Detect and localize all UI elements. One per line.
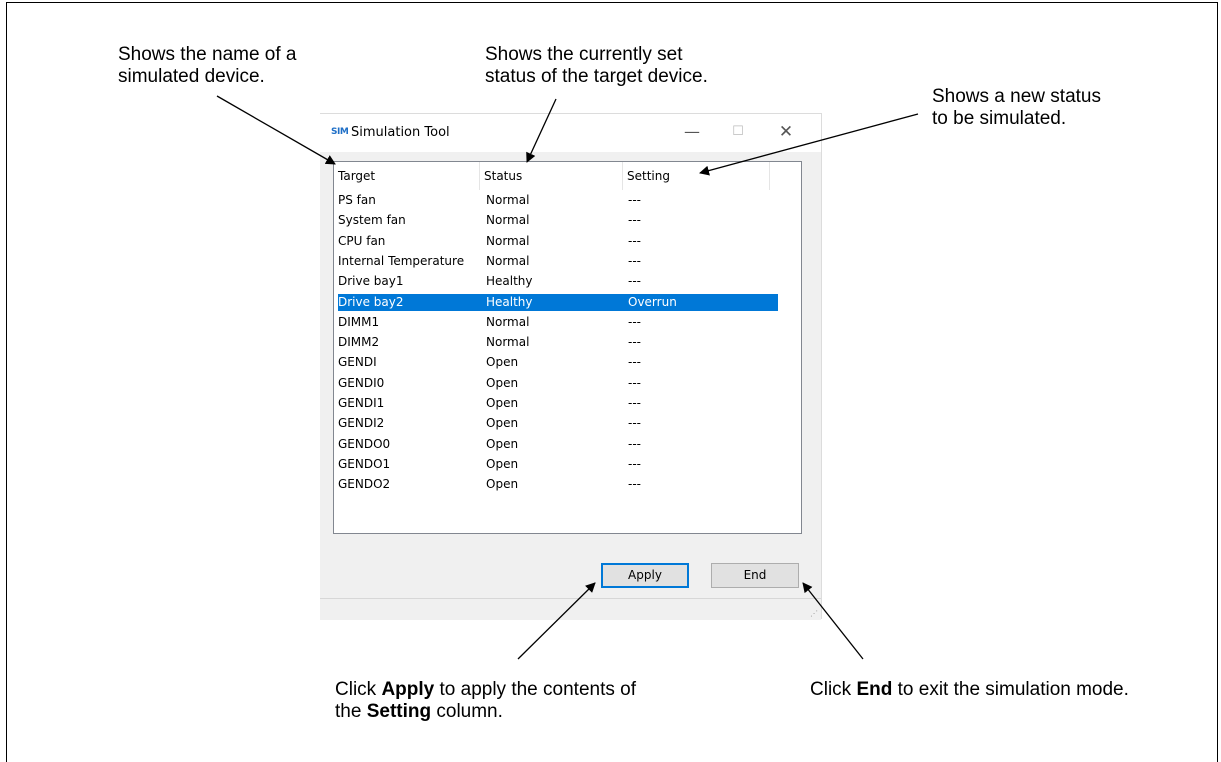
callout-arrows — [216, 95, 919, 660]
arrow-to-end-button — [802, 582, 864, 660]
arrow-to-target-column — [216, 95, 336, 165]
arrow-to-apply-button — [517, 582, 596, 660]
arrow-to-setting-column — [699, 113, 919, 176]
arrow-to-status-column — [526, 98, 557, 163]
